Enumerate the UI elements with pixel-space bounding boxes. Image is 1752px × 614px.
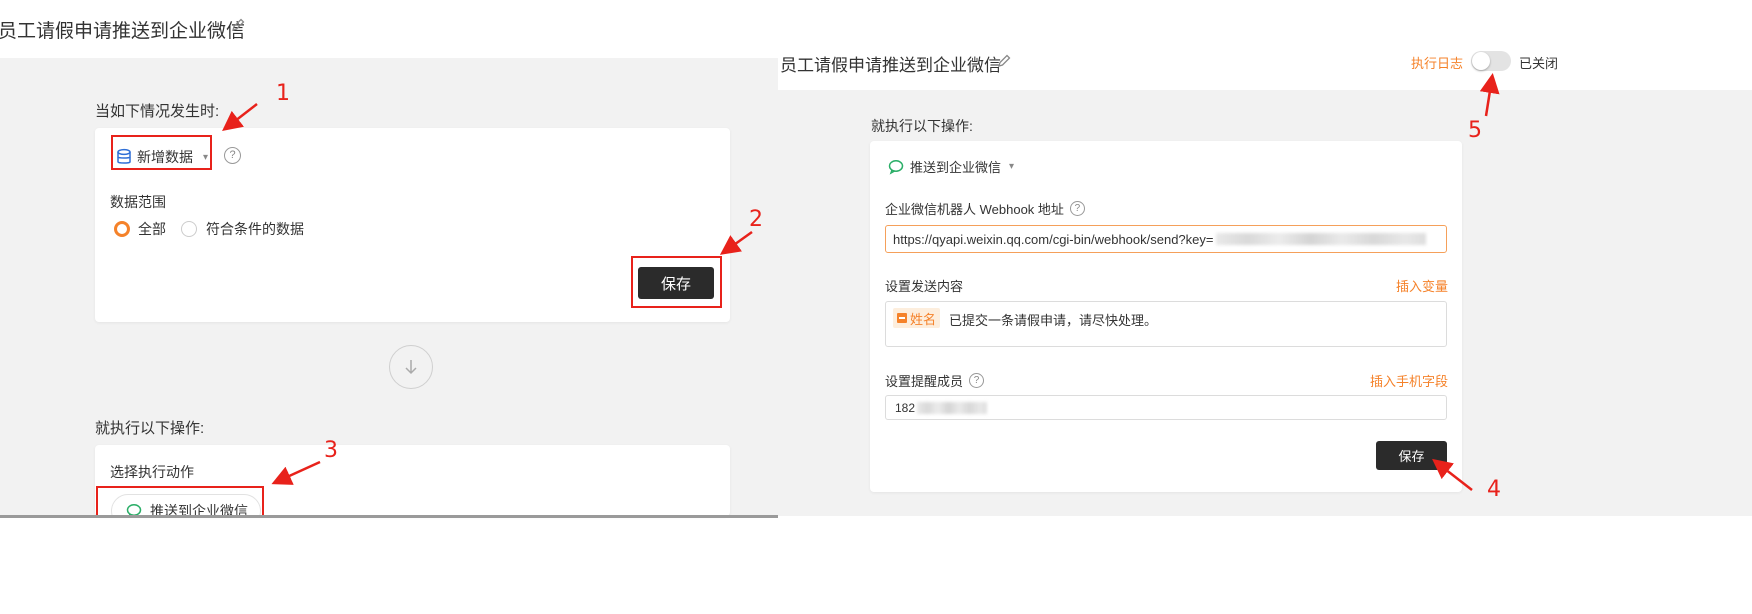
help-icon[interactable]: ?: [1069, 201, 1085, 216]
remind-member-input[interactable]: 182: [885, 395, 1447, 420]
help-icon[interactable]: ?: [224, 147, 241, 164]
annotation-box-2: [631, 256, 722, 308]
webhook-label-row: 企业微信机器人 Webhook 地址 ?: [885, 199, 1085, 218]
annotation-number-5: 5: [1468, 118, 1482, 143]
right-edit-icon[interactable]: [996, 53, 1012, 69]
wechat-icon: [888, 159, 906, 175]
webhook-label: 企业微信机器人 Webhook 地址: [885, 202, 1064, 217]
left-screenshot: 员工请假申请推送到企业微信 当如下情况发生时: 新增数据 ▾ ? 数据范围 全部…: [0, 0, 778, 520]
webhook-input[interactable]: https://qyapi.weixin.qq.com/cgi-bin/webh…: [885, 225, 1447, 253]
annotation-box-3: [96, 486, 264, 518]
right-action-section-title: 就执行以下操作:: [871, 118, 973, 134]
range-option-all-label: 全部: [138, 221, 166, 237]
right-page-title: 员工请假申请推送到企业微信: [780, 56, 1001, 75]
left-edit-icon[interactable]: [230, 17, 246, 33]
content-label: 设置发送内容: [885, 279, 964, 294]
content-input[interactable]: 姓名 已提交一条请假申请，请尽快处理。: [885, 301, 1447, 347]
chevron-down-icon: ▾: [1009, 161, 1015, 172]
phone-value: 182: [895, 400, 916, 415]
choose-action-label: 选择执行动作: [110, 464, 194, 480]
insert-variable-link[interactable]: 插入变量: [1396, 276, 1448, 295]
data-range-label: 数据范围: [110, 194, 166, 210]
exec-log-link[interactable]: 执行日志: [1411, 53, 1463, 72]
annotation-number-3: 3: [324, 438, 338, 463]
right-screenshot: 员工请假申请推送到企业微信 执行日志 已关闭 就执行以下操作: 推送到企业微信 …: [778, 0, 1752, 520]
left-action-section-title: 就执行以下操作:: [95, 420, 205, 437]
annotation-number-4: 4: [1487, 477, 1501, 502]
remind-label-row: 设置提醒成员 ?: [885, 371, 985, 390]
push-config-card: 推送到企业微信 ▾ 企业微信机器人 Webhook 地址 ? https://q…: [870, 141, 1462, 492]
flow-arrow-icon: [389, 345, 433, 389]
left-page-title: 员工请假申请推送到企业微信: [0, 21, 246, 42]
redacted-phone: [917, 401, 988, 414]
trigger-section-title: 当如下情况发生时:: [95, 103, 220, 120]
toggle-knob: [1472, 52, 1490, 70]
left-bottom-divider: [0, 515, 778, 518]
help-icon[interactable]: ?: [969, 373, 985, 388]
range-option-all[interactable]: 全部: [114, 219, 166, 239]
annotation-box-1: [111, 135, 212, 170]
action-select[interactable]: 推送到企业微信 ▾: [888, 157, 1014, 176]
variable-tag[interactable]: 姓名: [893, 308, 941, 328]
webhook-value: https://qyapi.weixin.qq.com/cgi-bin/webh…: [893, 231, 1214, 247]
action-select-label: 推送到企业微信: [910, 160, 1002, 175]
content-text: 已提交一条请假申请，请尽快处理。: [949, 313, 1158, 328]
right-save-button[interactable]: 保存: [1376, 441, 1447, 470]
exec-log-toggle[interactable]: [1471, 51, 1511, 71]
radio-checked-icon: [114, 221, 130, 237]
insert-phone-link[interactable]: 插入手机字段: [1370, 371, 1448, 390]
redacted-key: [1215, 233, 1426, 245]
radio-unchecked-icon: [181, 221, 197, 237]
annotation-number-1: 1: [276, 81, 290, 106]
toggle-status-label: 已关闭: [1519, 56, 1559, 71]
field-icon: [897, 313, 907, 323]
range-option-filtered[interactable]: 符合条件的数据: [181, 219, 304, 239]
range-option-filtered-label: 符合条件的数据: [206, 221, 304, 237]
variable-tag-label: 姓名: [910, 311, 937, 327]
remind-label: 设置提醒成员: [885, 374, 964, 389]
annotation-number-2: 2: [749, 207, 763, 232]
